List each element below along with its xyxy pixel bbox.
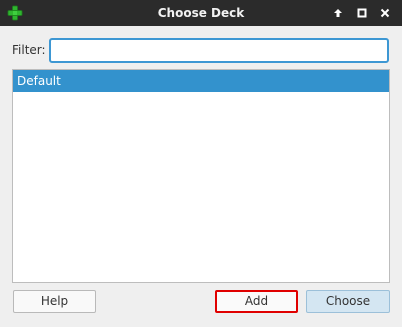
filter-label: Filter: [12, 43, 46, 57]
close-icon[interactable] [377, 5, 393, 21]
filter-input[interactable] [49, 38, 389, 63]
title-bar[interactable]: Choose Deck [0, 0, 402, 26]
choose-deck-dialog: Choose Deck Filter: Default Help Add Cho… [0, 0, 402, 327]
add-button[interactable]: Add [215, 290, 298, 313]
deck-list-item-default[interactable]: Default [13, 70, 389, 92]
help-button[interactable]: Help [13, 290, 96, 313]
deck-list[interactable]: Default [12, 69, 390, 283]
keep-above-icon[interactable] [330, 5, 346, 21]
maximize-icon[interactable] [354, 5, 370, 21]
choose-button[interactable]: Choose [306, 290, 390, 313]
